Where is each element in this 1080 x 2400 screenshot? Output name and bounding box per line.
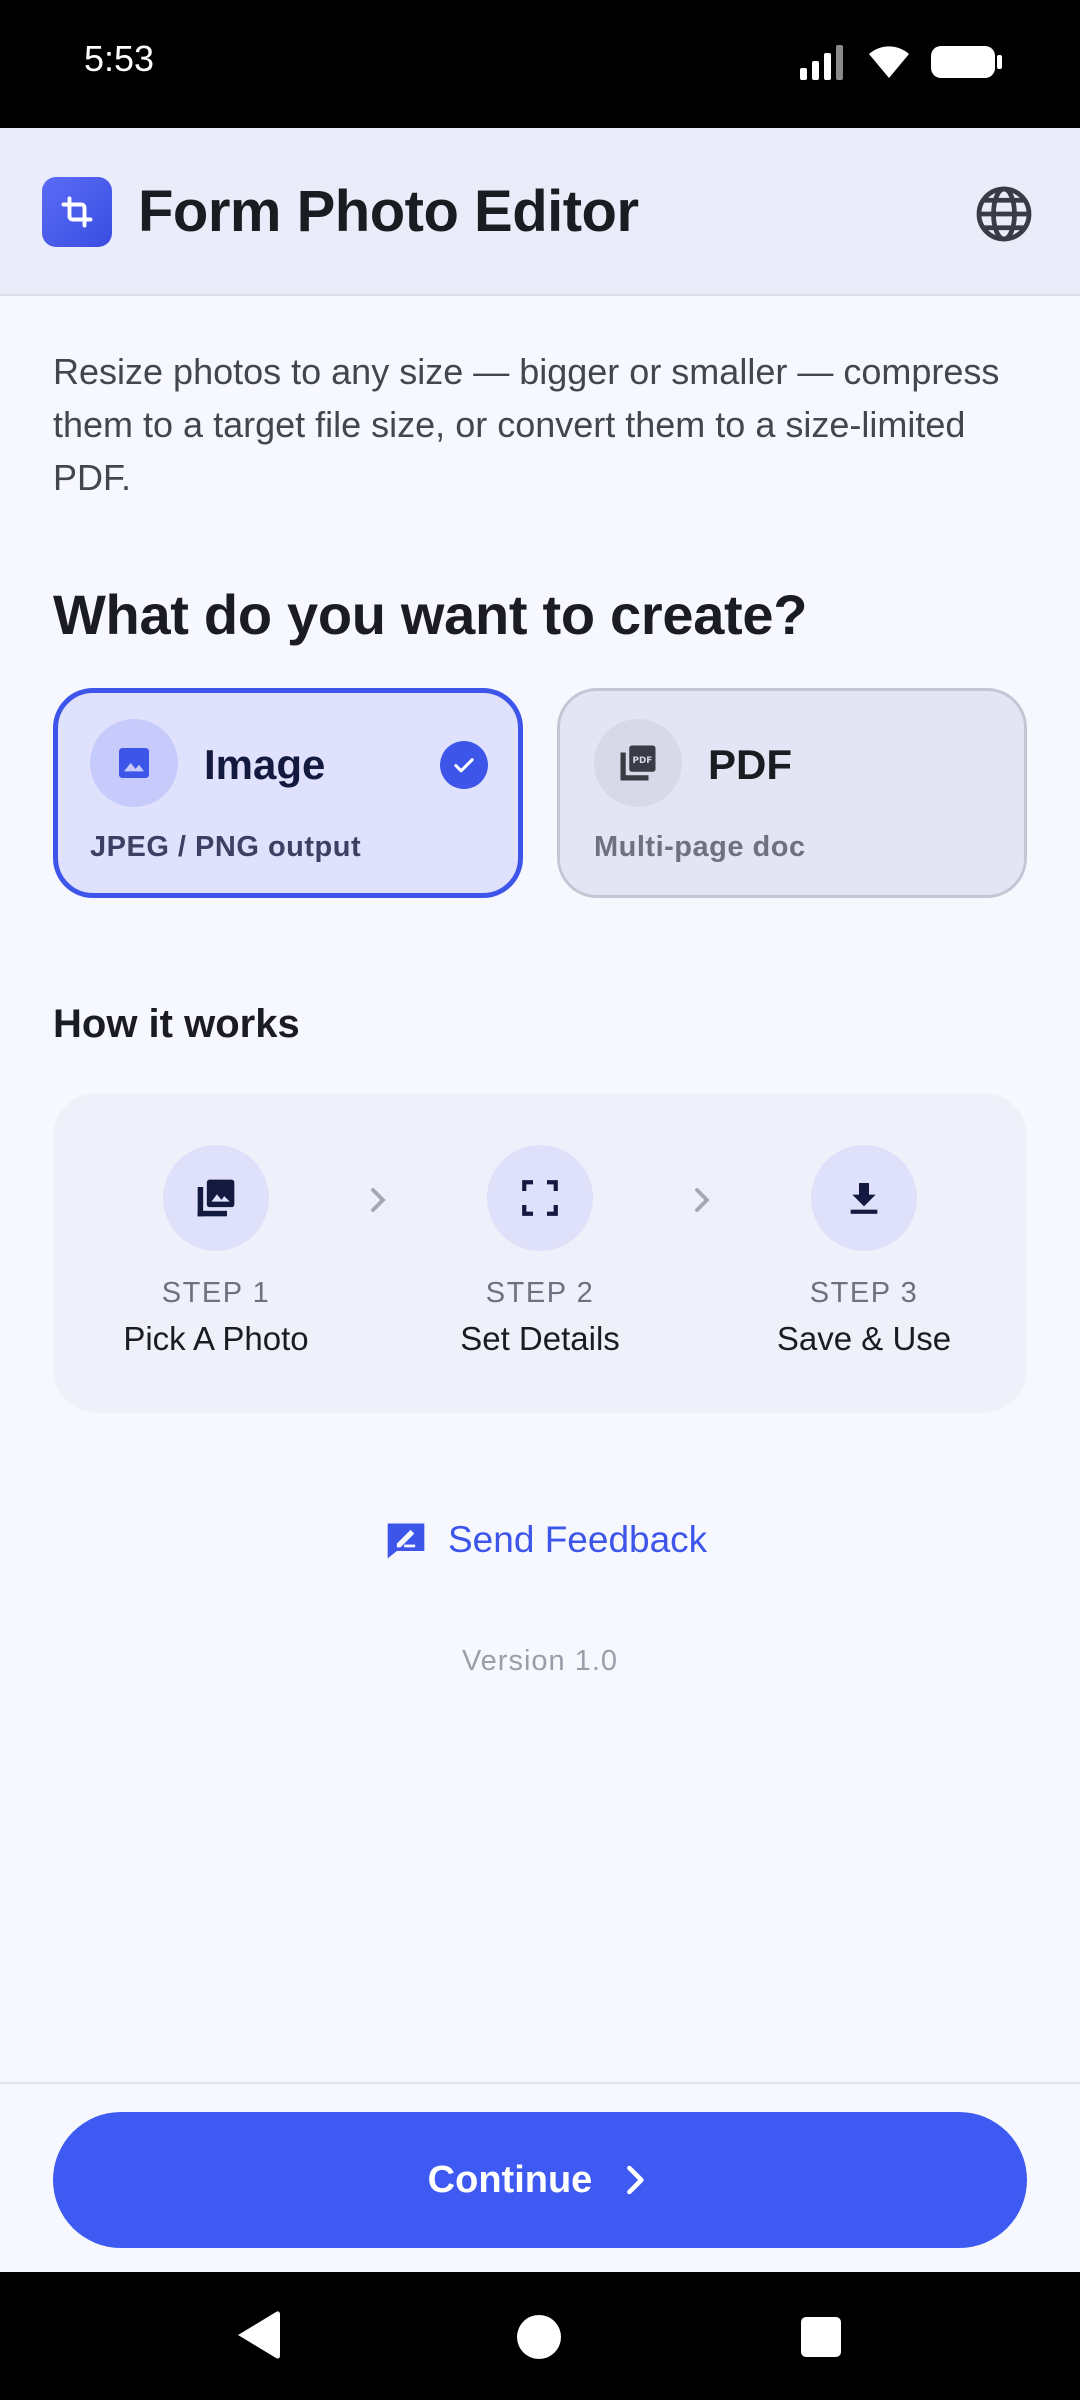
chevron-right-icon <box>695 1188 710 1212</box>
option-card-image[interactable]: Image JPEG / PNG output <box>53 688 523 898</box>
option-image-title: Image <box>204 741 326 788</box>
step-2-label: Set Details <box>460 1320 620 1357</box>
svg-text:PDF: PDF <box>633 756 653 766</box>
status-bar: 5:53 <box>0 0 1080 128</box>
chevron-right-icon <box>371 1188 386 1212</box>
step-3-number: STEP 3 <box>809 1277 919 1309</box>
home-icon[interactable] <box>516 2314 562 2360</box>
steps-panel: STEP 1 Pick A Photo STEP 2 Set Details S… <box>53 1093 1027 1413</box>
app-logo-icon <box>42 177 112 247</box>
intro-text: Resize photos to any size — bigger or sm… <box>53 351 1000 498</box>
create-question-heading: What do you want to create? <box>53 583 808 646</box>
bottom-action-bar: Continue <box>0 2082 1080 2272</box>
download-icon <box>811 1145 917 1251</box>
continue-button[interactable]: Continue <box>53 2112 1027 2248</box>
wifi-icon <box>869 46 909 78</box>
step-2: STEP 2 Set Details <box>415 1145 665 1358</box>
step-1-label: Pick A Photo <box>123 1320 309 1357</box>
feedback-icon <box>387 1523 425 1559</box>
globe-icon <box>976 186 1032 242</box>
app-bar: Form Photo Editor <box>0 128 1080 296</box>
option-image-subtitle: JPEG / PNG output <box>90 831 362 863</box>
how-it-works-heading: How it works <box>53 1002 300 1046</box>
photo-library-icon <box>163 1145 269 1251</box>
step-2-number: STEP 2 <box>485 1277 595 1309</box>
status-icons <box>798 44 1004 80</box>
send-feedback-link[interactable]: Send Feedback <box>384 1512 707 1568</box>
status-time: 5:53 <box>84 38 155 79</box>
battery-icon <box>931 46 1002 78</box>
app-title: Form Photo Editor <box>138 179 639 244</box>
step-3: STEP 3 Save & Use <box>739 1145 989 1358</box>
send-feedback-label: Send Feedback <box>448 1519 708 1560</box>
option-pdf-subtitle: Multi-page doc <box>594 831 806 863</box>
recents-icon[interactable] <box>800 2316 842 2358</box>
pdf-icon: PDF <box>594 719 682 807</box>
option-pdf-title: PDF <box>708 741 792 788</box>
back-icon[interactable] <box>234 2308 282 2362</box>
system-navigation-bar <box>0 2272 1080 2400</box>
version-text: Version 1.0 <box>461 1645 619 1677</box>
step-1-number: STEP 1 <box>161 1277 271 1309</box>
checkmark-icon <box>440 741 488 789</box>
step-3-label: Save & Use <box>776 1320 952 1357</box>
image-icon <box>90 719 178 807</box>
option-card-pdf[interactable]: PDF PDF Multi-page doc <box>557 688 1027 898</box>
chevron-right-icon <box>627 2165 644 2195</box>
language-button[interactable] <box>974 184 1034 244</box>
signal-icon <box>800 45 843 80</box>
crop-frame-icon <box>487 1145 593 1251</box>
continue-label: Continue <box>427 2158 593 2201</box>
step-1: STEP 1 Pick A Photo <box>91 1145 341 1358</box>
